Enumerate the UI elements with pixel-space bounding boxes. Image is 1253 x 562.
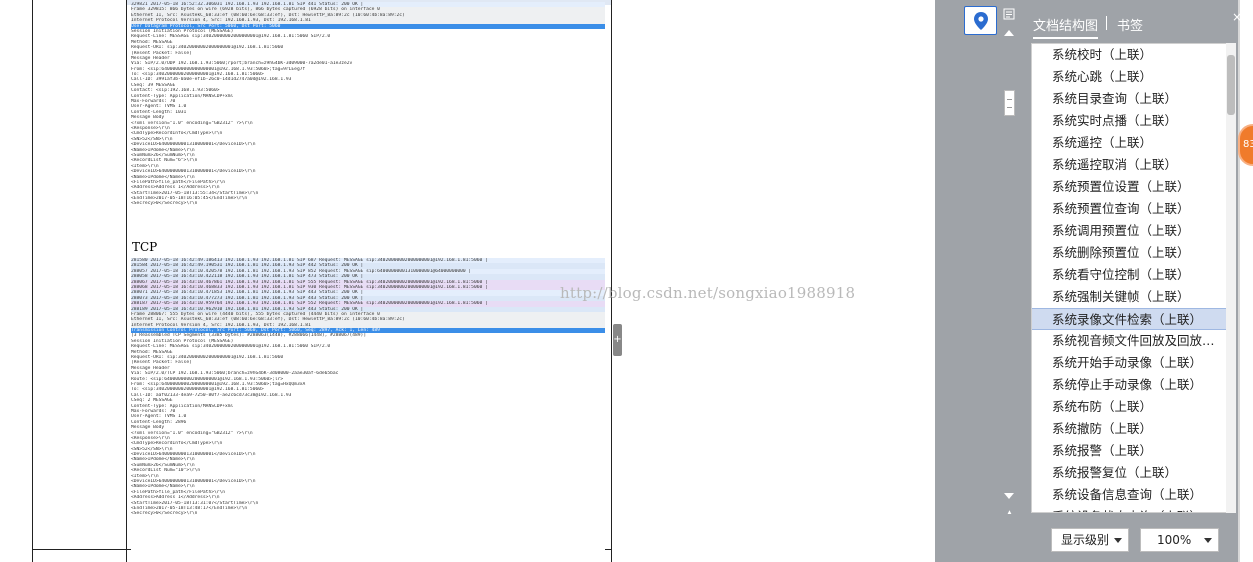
zoom-select[interactable]: 100% <box>1140 528 1219 552</box>
tcp-label: TCP <box>132 240 158 254</box>
tcp-capture-screenshot: 281580 2017-05-18 16:42:49.186413 192.16… <box>131 258 605 550</box>
document-map-icon[interactable] <box>1003 8 1015 20</box>
table-border-middle <box>126 0 127 562</box>
outline-item[interactable]: 系统报警复位（上联） <box>1032 462 1227 484</box>
outline-item[interactable]: 系统目录查询（上联） <box>1032 88 1227 110</box>
panel-splitter-handle[interactable]: + <box>613 324 622 356</box>
table-border-left <box>32 0 33 562</box>
location-button[interactable] <box>964 6 997 35</box>
outline-item[interactable]: 系统强制关键帧（上联） <box>1032 286 1227 308</box>
close-panel-icon[interactable]: × <box>1232 10 1242 24</box>
outline-item[interactable]: 系统预置位查询（上联） <box>1032 198 1227 220</box>
outline-item[interactable]: 系统看守位控制（上联） <box>1032 264 1227 286</box>
outline-item[interactable]: 系统删除预置位（上联） <box>1032 242 1227 264</box>
zoom-select-value: 100% <box>1157 533 1192 547</box>
outline-item[interactable]: 系统遥控取消（上联） <box>1032 154 1227 176</box>
tab-separator <box>1106 16 1107 30</box>
outline-item[interactable]: 系统实时点播（上联） <box>1032 110 1227 132</box>
panel-tabs: 文档结构图 书签 <box>1024 8 1238 39</box>
outline-item[interactable]: 系统遥控（上联） <box>1032 132 1227 154</box>
outline-item[interactable]: 系统预置位设置（上联） <box>1032 176 1227 198</box>
outline-item[interactable]: 系统设备状态查询（上联） <box>1032 506 1227 512</box>
map-pin-icon <box>974 12 988 30</box>
floating-badge[interactable]: 83 <box>1238 124 1253 166</box>
outline-item[interactable]: 系统调用预置位（上联） <box>1032 220 1227 242</box>
document-view[interactable]: 329821 2017-05-18 16:52:32.306031 192.16… <box>0 0 935 562</box>
table-border-right <box>611 0 612 562</box>
chevron-down-icon <box>1114 538 1122 543</box>
tab-document-map[interactable]: 文档结构图 <box>1033 15 1099 39</box>
panel-edge <box>1240 0 1253 562</box>
chevron-down-icon <box>1204 538 1212 543</box>
outline-item[interactable]: 系统校时（上联） <box>1032 44 1227 66</box>
watermark: http://blog.csdn.net/songxiao1988918 <box>560 284 856 302</box>
capture-line: <Secrecy>0</Secrecy>\r\n <box>131 201 198 207</box>
outline-item[interactable]: 系统录像文件检索（上联） <box>1032 308 1227 330</box>
outline-item[interactable]: 系统心跳（上联） <box>1032 66 1227 88</box>
outline-item[interactable]: 系统停止手动录像（上联） <box>1032 374 1227 396</box>
document-outline-list[interactable]: 系统校时（上联） 系统心跳（上联） 系统目录查询（上联） 系统实时点播（上联） 系统遥控… <box>1031 43 1228 513</box>
outline-item[interactable]: 系统布防（上联） <box>1032 396 1227 418</box>
outline-item[interactable]: 系统撤防（上联） <box>1032 418 1227 440</box>
capture-line: <Secrecy>0</Secrecy>\r\n <box>131 511 198 517</box>
document-scroll-thumb[interactable] <box>1004 90 1015 116</box>
outline-item[interactable]: 系统设备信息查询（上联） <box>1032 484 1227 506</box>
outline-item[interactable]: 系统视音频文件回放及回放控制（上联） <box>1032 330 1227 352</box>
scroll-up-arrow-icon[interactable] <box>1004 30 1014 36</box>
outline-item[interactable]: 系统报警（上联） <box>1032 440 1227 462</box>
tab-bookmarks[interactable]: 书签 <box>1117 15 1143 34</box>
outline-item[interactable]: 系统开始手动录像（上联） <box>1032 352 1227 374</box>
udp-capture-screenshot: 329821 2017-05-18 16:52:32.306031 192.16… <box>131 2 605 234</box>
outline-scroll-thumb[interactable] <box>1227 55 1235 115</box>
level-select-value: 显示级别 <box>1061 533 1110 547</box>
level-select[interactable]: 显示级别 <box>1051 528 1129 552</box>
scroll-down-arrow-icon[interactable] <box>1004 493 1014 499</box>
